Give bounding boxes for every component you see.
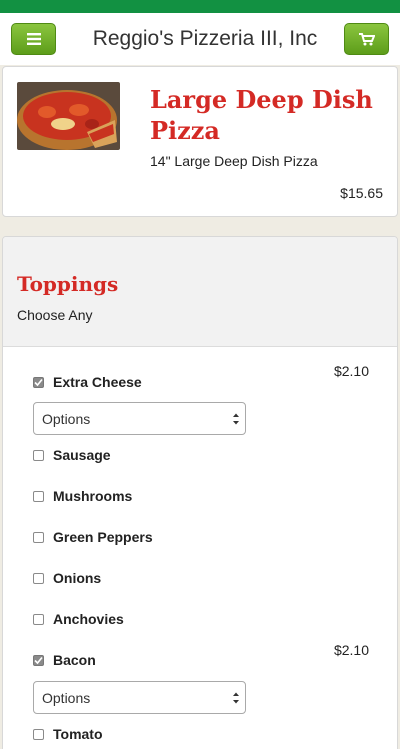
topping-label: Onions xyxy=(53,570,102,586)
toppings-panel: Toppings Choose Any Extra Cheese $2.10 O… xyxy=(2,236,398,749)
checkbox[interactable] xyxy=(33,613,44,625)
topping-extra-cheese[interactable]: Extra Cheese xyxy=(33,372,142,392)
checkbox[interactable] xyxy=(33,572,44,584)
product-description: 14" Large Deep Dish Pizza xyxy=(150,153,318,169)
topping-bacon[interactable]: Bacon xyxy=(33,650,96,670)
hamburger-menu-icon xyxy=(26,33,41,45)
product-title: Large Deep Dish Pizza xyxy=(150,85,373,145)
site-header: Reggio's Pizzeria III, Inc xyxy=(0,13,400,65)
deep-dish-pizza-photo xyxy=(17,82,120,150)
topping-price: $2.10 xyxy=(333,363,369,379)
topping-green-peppers[interactable]: Green Peppers xyxy=(33,527,153,547)
product-price: $15.65 xyxy=(340,185,383,201)
toppings-subtitle: Choose Any xyxy=(17,307,93,323)
checkbox-checked[interactable] xyxy=(33,654,44,666)
checkbox[interactable] xyxy=(33,728,44,740)
toppings-header: Toppings Choose Any xyxy=(3,237,397,347)
cart-button[interactable] xyxy=(344,23,389,55)
toppings-title: Toppings xyxy=(17,272,119,296)
shopping-cart-icon xyxy=(358,32,375,45)
topping-label: Bacon xyxy=(53,652,96,668)
topping-sausage[interactable]: Sausage xyxy=(33,445,111,465)
topping-price: $2.10 xyxy=(333,642,369,658)
checkbox[interactable] xyxy=(33,449,44,461)
topping-anchovies[interactable]: Anchovies xyxy=(33,609,124,629)
topping-label: Anchovies xyxy=(53,611,124,627)
topping-label: Extra Cheese xyxy=(53,374,142,390)
select-value: Options xyxy=(42,689,91,706)
topping-label: Mushrooms xyxy=(53,488,133,504)
topping-label: Green Peppers xyxy=(53,529,153,545)
topping-onions[interactable]: Onions xyxy=(33,568,101,588)
options-select[interactable]: Options xyxy=(33,402,246,435)
product-card: Large Deep Dish Pizza 14" Large Deep Dis… xyxy=(2,66,398,217)
topping-label: Tomato xyxy=(53,726,103,742)
select-arrows-icon xyxy=(233,413,239,425)
checkbox[interactable] xyxy=(33,490,44,502)
topping-mushrooms[interactable]: Mushrooms xyxy=(33,486,132,506)
checkbox[interactable] xyxy=(33,531,44,543)
topping-tomato[interactable]: Tomato xyxy=(33,724,103,744)
top-accent-bar xyxy=(0,0,400,13)
checkbox-checked[interactable] xyxy=(33,376,44,388)
select-arrows-icon xyxy=(233,692,239,704)
menu-button[interactable] xyxy=(11,23,56,55)
options-select[interactable]: Options xyxy=(33,681,246,714)
topping-label: Sausage xyxy=(53,447,111,463)
site-title: Reggio's Pizzeria III, Inc xyxy=(92,27,318,50)
select-value: Options xyxy=(42,410,91,427)
